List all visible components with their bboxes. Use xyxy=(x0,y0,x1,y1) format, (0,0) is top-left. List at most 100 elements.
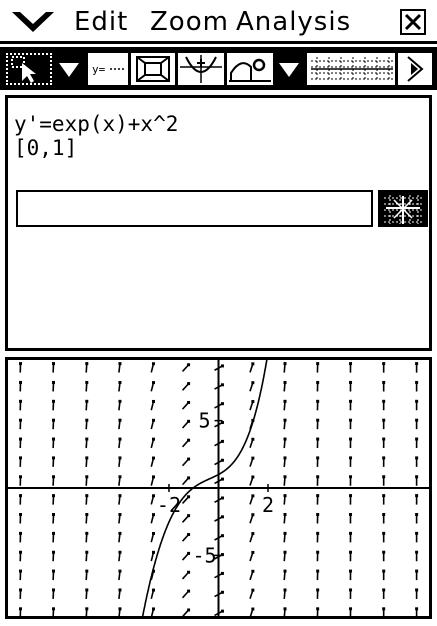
slope-arrowhead xyxy=(283,550,287,554)
slope-arrowhead xyxy=(251,532,255,536)
slope-arrowhead xyxy=(85,362,89,366)
slope-arrowhead xyxy=(19,588,23,592)
soft-keyboard-button[interactable] xyxy=(378,190,428,227)
slope-arrowhead xyxy=(52,399,56,403)
slope-arrowhead xyxy=(19,607,23,611)
slope-arrowhead xyxy=(382,456,386,460)
slope-arrowhead xyxy=(220,364,224,368)
slope-arrowhead xyxy=(220,515,224,519)
slope-arrowhead xyxy=(19,399,23,403)
slope-arrowhead xyxy=(220,496,224,500)
slope-arrowhead xyxy=(85,380,89,384)
slope-arrowhead xyxy=(415,569,419,573)
sketch-dropdown-button[interactable] xyxy=(274,53,304,85)
slope-arrowhead xyxy=(118,607,122,611)
slope-arrowhead xyxy=(415,512,419,516)
slope-arrowhead xyxy=(382,531,386,535)
slope-arrowhead xyxy=(220,402,224,406)
slope-arrowhead xyxy=(415,494,419,498)
menu-zoom[interactable]: Zoom xyxy=(150,6,229,38)
tick-label: -2 xyxy=(157,493,181,517)
slope-arrowhead xyxy=(19,512,23,516)
slope-arrowhead xyxy=(187,570,191,574)
interval-text[interactable]: [0,1] xyxy=(14,136,77,160)
slope-arrowhead xyxy=(52,437,56,441)
close-button[interactable] xyxy=(400,9,426,35)
slope-arrowhead xyxy=(187,589,191,593)
slope-arrowhead xyxy=(349,588,353,592)
slope-arrowhead xyxy=(251,437,255,441)
slope-arrowhead xyxy=(382,569,386,573)
slope-arrowhead xyxy=(415,362,419,366)
slope-arrowhead xyxy=(187,363,191,367)
zoom-box-button[interactable] xyxy=(131,53,175,85)
slope-arrowhead xyxy=(187,438,191,442)
slope-arrowhead xyxy=(349,512,353,516)
slope-arrowhead xyxy=(316,550,320,554)
slope-arrowhead xyxy=(85,569,89,573)
slope-arrowhead xyxy=(316,569,320,573)
slope-arrowhead xyxy=(251,400,255,404)
slope-arrowhead xyxy=(151,513,155,517)
select-cursor-button[interactable] xyxy=(6,53,52,85)
sketch-button[interactable] xyxy=(227,53,273,85)
slope-arrowhead xyxy=(349,437,353,441)
slope-arrowhead xyxy=(316,531,320,535)
slope-arrowhead xyxy=(151,456,155,460)
slope-arrowhead xyxy=(382,550,386,554)
graph-editor-label: y= xyxy=(92,63,106,76)
slope-arrowhead xyxy=(118,588,122,592)
slope-arrowhead xyxy=(251,494,255,498)
slope-arrowhead xyxy=(151,399,155,403)
view-window-button[interactable] xyxy=(307,53,395,85)
entry-input[interactable] xyxy=(16,190,373,227)
menu-analysis[interactable]: Analysis xyxy=(236,6,351,38)
slope-arrowhead xyxy=(251,550,255,554)
slope-arrowhead xyxy=(151,531,155,535)
slope-arrowhead xyxy=(85,456,89,460)
slope-arrowhead xyxy=(382,380,386,384)
graph-window[interactable]: -2 2 5 -5 xyxy=(5,357,432,619)
slope-arrowhead xyxy=(85,512,89,516)
double-chevron-down-icon[interactable] xyxy=(10,8,56,36)
slope-arrowhead xyxy=(118,550,122,554)
slope-arrowhead xyxy=(187,514,191,518)
slope-arrowhead xyxy=(220,609,224,613)
slope-arrowhead xyxy=(382,418,386,422)
slope-arrowhead xyxy=(118,513,122,517)
menu-edit[interactable]: Edit xyxy=(74,6,128,38)
scroll-toolbar-right-button[interactable] xyxy=(398,53,432,85)
slope-arrowhead xyxy=(415,399,419,403)
slope-arrowhead xyxy=(415,380,419,384)
slope-arrowhead xyxy=(220,421,224,425)
slope-arrowhead xyxy=(251,475,255,479)
slope-arrowhead xyxy=(251,607,255,611)
slope-arrowhead xyxy=(187,419,191,423)
slope-arrowhead xyxy=(415,437,419,441)
slope-arrowhead xyxy=(118,531,122,535)
slope-arrowhead xyxy=(19,550,23,554)
slope-arrowhead xyxy=(85,531,89,535)
slope-arrowhead xyxy=(316,475,320,479)
slope-arrowhead xyxy=(19,437,23,441)
slope-arrowhead xyxy=(187,476,191,480)
slope-field-plot[interactable]: -2 2 5 -5 xyxy=(8,360,429,616)
slope-arrowhead xyxy=(349,456,353,460)
slope-arrowhead xyxy=(52,362,56,366)
graph-editor-button[interactable]: y= xyxy=(88,53,128,85)
slope-arrowhead xyxy=(52,494,56,498)
slope-arrowhead xyxy=(316,437,320,441)
slope-arrowhead xyxy=(187,457,191,461)
trace-button[interactable] xyxy=(178,53,224,85)
slope-arrowhead xyxy=(382,362,386,366)
slope-arrowhead xyxy=(52,456,56,460)
tick-label: -5 xyxy=(192,543,216,567)
slope-arrowhead xyxy=(349,607,353,611)
equation-text[interactable]: y'=exp(x)+x^2 xyxy=(14,112,178,136)
slope-arrowhead xyxy=(19,362,23,366)
slope-arrowhead xyxy=(382,437,386,441)
slope-arrowhead xyxy=(118,362,122,366)
tool-dropdown-button[interactable] xyxy=(54,53,84,85)
slope-arrowhead xyxy=(19,494,23,498)
slope-arrowhead xyxy=(382,588,386,592)
